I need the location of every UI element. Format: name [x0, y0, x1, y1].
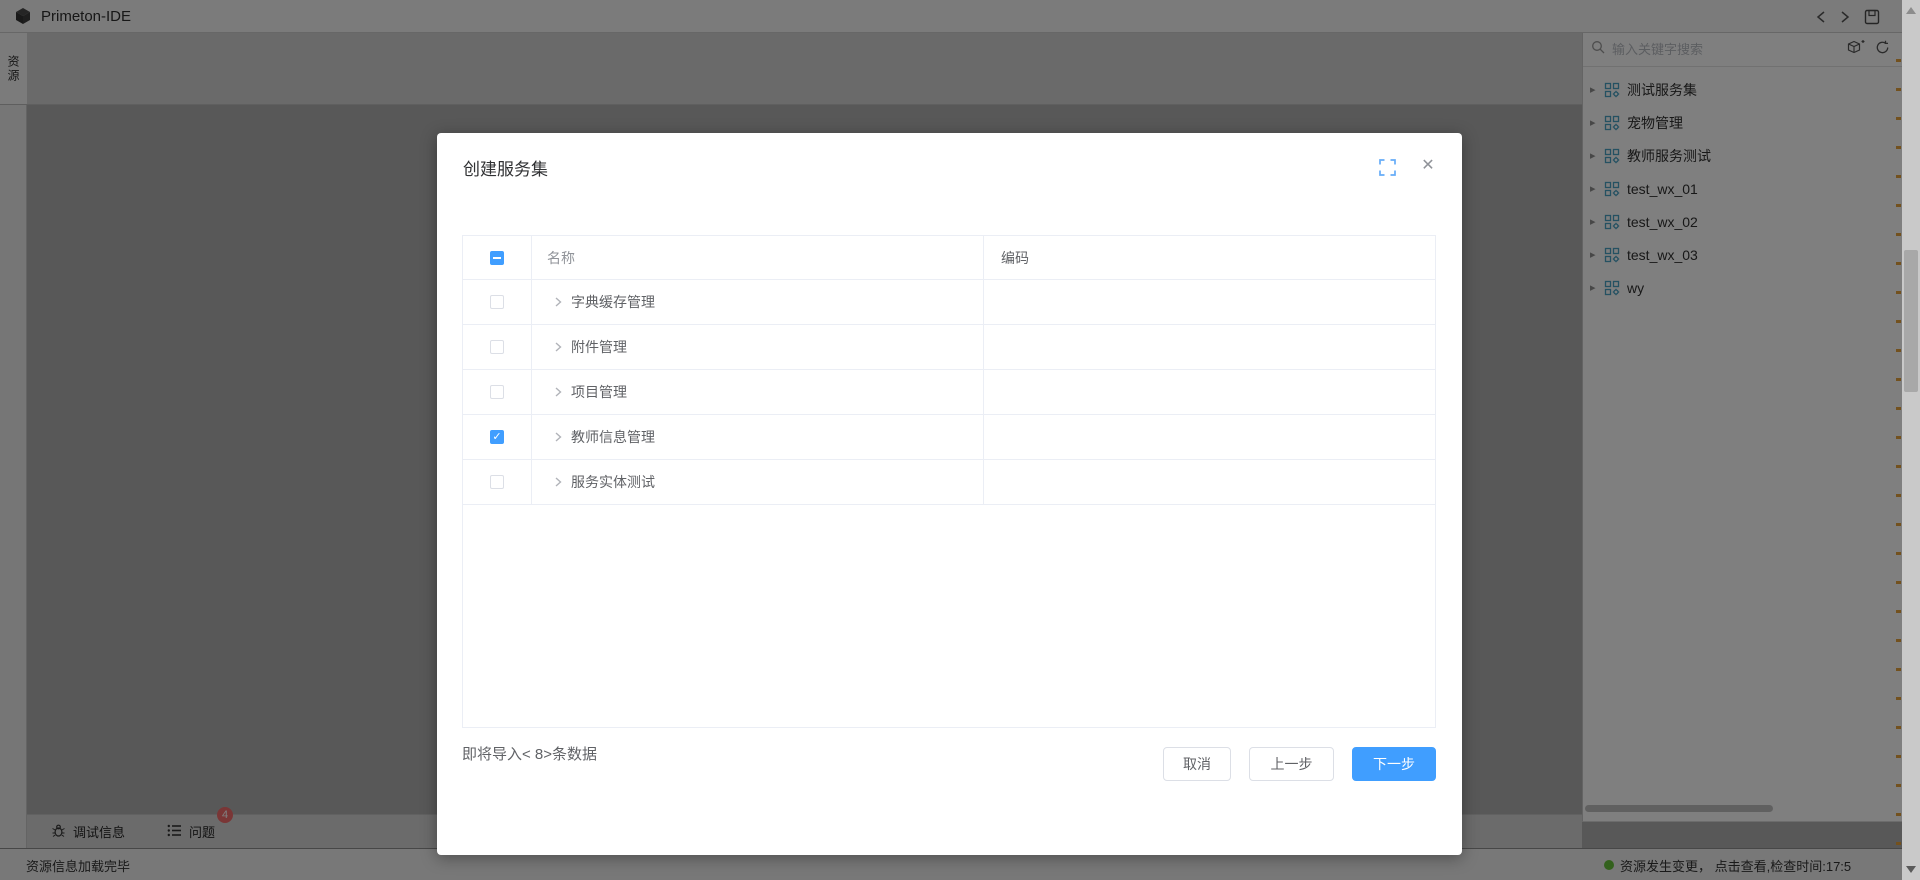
next-step-button[interactable]: 下一步	[1352, 747, 1436, 781]
table-row[interactable]: 附件管理	[463, 325, 1435, 370]
select-all-checkbox[interactable]	[490, 251, 504, 265]
row-checkbox[interactable]	[490, 340, 504, 354]
row-chevron-icon[interactable]	[552, 296, 564, 308]
row-checkbox[interactable]	[490, 295, 504, 309]
table-row[interactable]: ✓ 教师信息管理	[463, 415, 1435, 460]
import-selection-table: 名称 编码 字典缓存管理 附件管理	[462, 235, 1436, 728]
ide-window: Primeton-IDE 资源 调试信息 问题 4 资源信息加载完毕 资源发生变…	[0, 0, 1920, 880]
row-checkbox-checked[interactable]: ✓	[490, 430, 504, 444]
row-checkbox[interactable]	[490, 385, 504, 399]
create-service-set-dialog: 创建服务集 ✕ 名称 编码 字典缓存管理	[437, 133, 1462, 855]
column-header-name: 名称	[532, 248, 575, 268]
dialog-title: 创建服务集	[463, 155, 548, 180]
table-header-row: 名称 编码	[463, 236, 1435, 280]
table-empty-area	[463, 505, 1435, 727]
page-scrollbar[interactable]	[1902, 0, 1920, 880]
previous-step-button[interactable]: 上一步	[1249, 747, 1334, 781]
row-chevron-icon[interactable]	[552, 476, 564, 488]
row-chevron-icon[interactable]	[552, 431, 564, 443]
column-header-code: 编码	[1001, 248, 1029, 268]
table-row[interactable]: 字典缓存管理	[463, 280, 1435, 325]
cancel-button[interactable]: 取消	[1163, 747, 1231, 781]
close-icon[interactable]: ✕	[1417, 155, 1439, 177]
table-row[interactable]: 项目管理	[463, 370, 1435, 415]
row-chevron-icon[interactable]	[552, 341, 564, 353]
scroll-up-arrow-icon[interactable]	[1906, 7, 1916, 14]
scroll-down-arrow-icon[interactable]	[1906, 866, 1916, 873]
table-row[interactable]: 服务实体测试	[463, 460, 1435, 505]
import-summary: 即将导入< 8>条数据	[462, 743, 597, 764]
scrollbar-thumb[interactable]	[1904, 250, 1918, 392]
row-chevron-icon[interactable]	[552, 386, 564, 398]
fullscreen-icon[interactable]	[1379, 159, 1396, 181]
row-checkbox[interactable]	[490, 475, 504, 489]
